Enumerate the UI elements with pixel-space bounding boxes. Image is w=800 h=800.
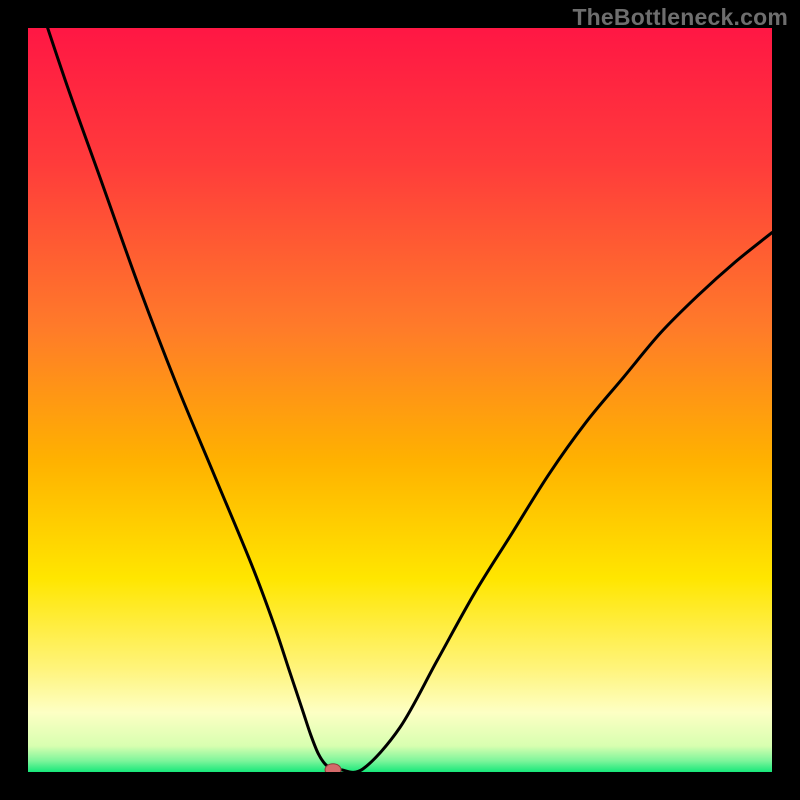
chart-background-gradient — [28, 28, 772, 772]
chart-svg — [28, 28, 772, 772]
minimum-marker — [325, 764, 341, 772]
watermark-text: TheBottleneck.com — [572, 4, 788, 31]
chart-frame: TheBottleneck.com — [0, 0, 800, 800]
chart-plot-area — [28, 28, 772, 772]
